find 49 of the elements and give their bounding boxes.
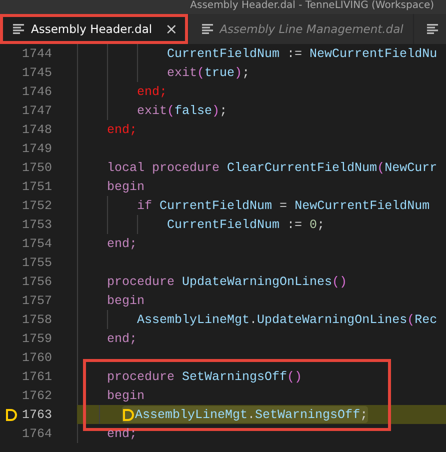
code-line: procedure SetWarningsOff() (106, 368, 304, 386)
code-line: end; (106, 330, 138, 348)
line-number: 1750 (22, 160, 51, 174)
code-line: AssemblyLineMgt.UpdateWarningOnLines(Rec (77, 310, 446, 329)
code-line: end; (106, 122, 138, 138)
code-line: CurrentFieldNum := 0; (77, 215, 446, 234)
code-line: if CurrentFieldNum = NewCurrentFieldNum (77, 196, 446, 215)
code-line: exit(false); (77, 101, 446, 120)
current-statement-icon (122, 408, 135, 422)
line-number: 1763 (22, 408, 51, 422)
line-number: 1757 (22, 294, 51, 308)
line-number: 1755 (22, 256, 51, 270)
code-line: exit(true); (77, 63, 446, 82)
line-number: 1744 (22, 46, 51, 60)
line-number: 1758 (22, 312, 51, 326)
file-lines-icon (427, 24, 438, 34)
line-number: 1749 (22, 142, 51, 156)
line-number: 1762 (22, 388, 51, 402)
line-number: 1748 (22, 122, 51, 136)
editor-tab[interactable]: Assembly Header.dal × (0, 14, 189, 44)
line-number: 1746 (22, 84, 51, 98)
window-title: Assembly Header.dal - TenneLIVING (Workspace) (190, 0, 434, 13)
code-line: begin (106, 178, 146, 196)
code-line: end; (106, 236, 138, 252)
code-line: procedure UpdateWarningOnLines() (106, 274, 348, 290)
line-number: 1754 (22, 236, 51, 250)
code-line: begin (106, 388, 146, 404)
line-number: 1747 (22, 104, 51, 118)
line-number: 1759 (22, 332, 51, 346)
debug-marker-icon (4, 408, 18, 422)
line-number: 1764 (22, 426, 51, 440)
line-number: 1745 (22, 66, 51, 80)
line-number: 1760 (22, 350, 51, 364)
code-line: CurrentFieldNum := NewCurrentFieldNu (77, 44, 446, 63)
line-number: 1752 (22, 198, 51, 212)
line-number: 1761 (22, 370, 51, 384)
line-number: 1756 (22, 274, 51, 288)
code-line: begin (106, 292, 146, 310)
code-line: end; (77, 82, 446, 101)
code-line: AssemblyLineMgt.SetWarningsOff; (135, 408, 368, 422)
line-number: 1753 (22, 218, 51, 232)
line-number: 1751 (22, 180, 51, 194)
code-line: end; (106, 426, 138, 442)
file-lines-icon (202, 24, 213, 34)
editor-tab[interactable] (414, 14, 446, 44)
code-line: local procedure ClearCurrentFieldNum(NewCurr (106, 160, 438, 176)
close-icon[interactable]: × (165, 20, 178, 38)
editor-tab[interactable]: Assembly Line Management.dal (188, 14, 414, 44)
file-lines-icon (13, 24, 24, 34)
